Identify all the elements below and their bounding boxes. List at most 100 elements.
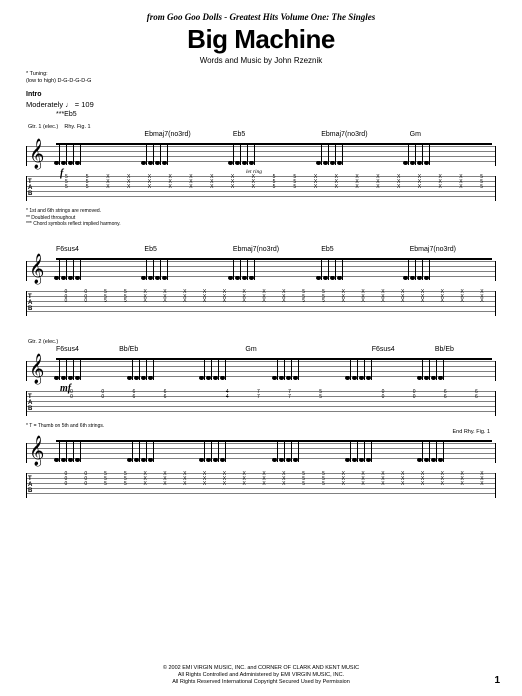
tab-column: XXX <box>451 175 472 203</box>
tab-column: XXX <box>430 175 451 203</box>
tuning-detail: (low to high) D-G-D-G-D-G <box>26 78 496 85</box>
tab-fret: X <box>215 482 235 487</box>
note-icon <box>222 358 226 380</box>
source-line: from Goo Goo Dolls - Greatest Hits Volum… <box>26 12 496 22</box>
tab-fret: 4 <box>212 395 243 400</box>
treble-clef-icon: 𝄞 <box>29 256 44 282</box>
note-group <box>419 440 492 462</box>
chord-symbol: Eb5 <box>144 246 230 253</box>
note-icon <box>208 358 212 380</box>
tab-fret: X <box>274 482 294 487</box>
note-icon <box>251 258 255 280</box>
tab-column: 555 <box>96 472 116 500</box>
tab-fret: X <box>472 299 492 304</box>
page-number: 1 <box>494 675 500 686</box>
tab-fret: X <box>118 185 139 190</box>
tab-fret: 5 <box>314 299 334 304</box>
tab-column: XXX <box>393 472 413 500</box>
tab-column: XXX <box>413 290 433 318</box>
tab-fret: X <box>393 482 413 487</box>
copyright-line: All Rights Controlled and Administered b… <box>26 672 496 679</box>
tab-staff: TAB 000000555555XXXXXXXXXXXXXXXXXXXXXXXX… <box>26 289 496 321</box>
tuning-block: * Tuning: (low to high) D-G-D-G-D-G <box>26 71 496 85</box>
tab-column: XXX <box>452 290 472 318</box>
note-icon <box>63 440 67 462</box>
tab-staff: TAB 555555XXXXXXXXXXXXXXXXXXXXXXXX555555… <box>26 174 496 206</box>
tab-column: XXX <box>135 472 155 500</box>
tab-fret: X <box>139 185 160 190</box>
tab-column: XXX <box>353 472 373 500</box>
notation-staff: 𝄞 <box>26 255 496 287</box>
tab-column: XXX <box>155 472 175 500</box>
note-icon <box>419 440 423 462</box>
first-chord-label: ***Eb5 <box>56 111 496 118</box>
note-group <box>230 143 317 165</box>
note-group <box>318 258 405 280</box>
tab-fret: 5 <box>284 185 305 190</box>
note-icon <box>318 143 322 165</box>
tab-column: XXX <box>181 175 202 203</box>
treble-clef-icon: 𝄞 <box>29 141 44 167</box>
tab-column <box>181 390 212 418</box>
note-icon <box>157 258 161 280</box>
chord-symbol: Eb5 <box>233 131 319 138</box>
treble-clef-icon: 𝄞 <box>29 438 44 464</box>
music-system-2: F6sus4Eb5Ebmaj7(no3rd)Eb5Ebmaj7(no3rd) 𝄞… <box>26 246 496 321</box>
note-group <box>347 440 420 462</box>
tab-fret: X <box>367 185 388 190</box>
tab-fret: X <box>135 482 155 487</box>
note-icon <box>77 258 81 280</box>
note-icon <box>77 440 81 462</box>
guitar-label: Gtr. 1 (elec.) Rhy. Fig. 1 <box>28 124 496 130</box>
tab-column: 000 <box>76 290 96 318</box>
tab-column: XXX <box>388 175 409 203</box>
tab-staff-gtr2: TAB 000066664477775500006666 <box>26 389 496 421</box>
note-icon <box>129 358 133 380</box>
chord-symbol: Gm <box>245 346 306 353</box>
chord-symbol: Bb/Eb <box>119 346 180 353</box>
note-group <box>56 258 143 280</box>
note-icon <box>295 358 299 380</box>
copyright-line: © 2002 EMI VIRGIN MUSIC, INC. and CORNER… <box>26 665 496 672</box>
tab-fret: X <box>326 185 347 190</box>
chord-symbol: Ebmaj7(no3rd) <box>144 131 230 138</box>
note-icon <box>368 358 372 380</box>
chord-symbol: Bb/Eb <box>435 346 496 353</box>
note-group <box>129 358 202 380</box>
note-icon <box>426 440 430 462</box>
note-icon <box>150 358 154 380</box>
note-icon <box>440 440 444 462</box>
tab-fret: 6 <box>118 395 149 400</box>
note-group <box>201 440 274 462</box>
note-icon <box>354 358 358 380</box>
tab-column: XXX <box>347 175 368 203</box>
note-icon <box>332 258 336 280</box>
tab-column: 000 <box>56 290 76 318</box>
tab-column: 00 <box>87 390 118 418</box>
chord-symbol: F6sus4 <box>372 346 433 353</box>
tab-fret: X <box>373 299 393 304</box>
note-group <box>143 258 230 280</box>
note-icon <box>143 440 147 462</box>
note-icon <box>215 358 219 380</box>
tab-fret: X <box>254 482 274 487</box>
tab-column: XXX <box>155 290 175 318</box>
tab-column: XXX <box>135 290 155 318</box>
tab-column: XXX <box>326 175 347 203</box>
chord-symbol: F6sus4 <box>56 346 117 353</box>
note-icon <box>136 358 140 380</box>
note-icon <box>164 258 168 280</box>
note-icon <box>201 440 205 462</box>
note-icon <box>56 258 60 280</box>
tab-column: 555 <box>77 175 98 203</box>
tab-fret: X <box>222 185 243 190</box>
tab-column: XXX <box>222 175 243 203</box>
tab-fret: X <box>305 185 326 190</box>
note-icon <box>288 440 292 462</box>
note-icon <box>244 258 248 280</box>
note-icon <box>63 143 67 165</box>
note-icon <box>274 358 278 380</box>
note-icon <box>419 358 423 380</box>
note-icon <box>222 440 226 462</box>
note-icon <box>237 258 241 280</box>
